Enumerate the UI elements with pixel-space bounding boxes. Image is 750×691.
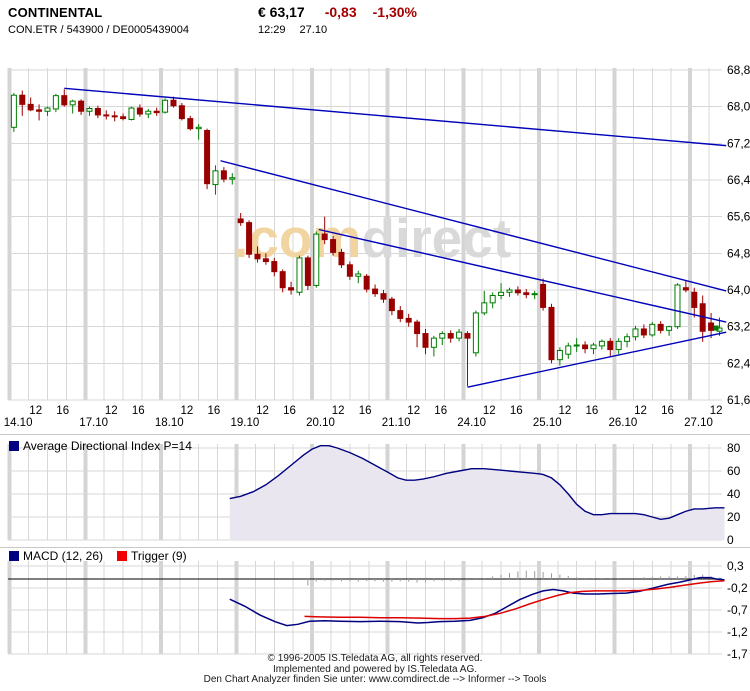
footer-hint: Den Chart Analyzer finden Sie unter: www… [203,674,547,685]
svg-text:14.10: 14.10 [4,417,33,429]
svg-text:40: 40 [727,487,741,501]
svg-text:-0,2: -0,2 [727,581,748,595]
svg-text:21.10: 21.10 [382,417,411,429]
svg-text:12: 12 [710,405,723,417]
svg-text:20: 20 [727,510,741,524]
svg-text:60: 60 [727,464,741,478]
svg-text:12: 12 [181,405,194,417]
chart-analyzer-window: CONTINENTAL CON.ETR / 543900 / DE0005439… [0,0,750,691]
svg-text:12: 12 [483,405,496,417]
svg-text:19.10: 19.10 [231,417,260,429]
chart-canvas: .comdirect12 1614.1012 1617.1012 1618.1012 1… [0,63,750,661]
svg-text:16: 16 [283,405,296,417]
svg-text:64,0: 64,0 [727,283,750,297]
trigger-legend-label: Trigger (9) [131,549,187,563]
candlestick-panel [8,87,727,627]
svg-text:12: 12 [29,405,42,417]
svg-text:16: 16 [510,405,523,417]
axis-labels: 12 1614.1012 1617.1012 1618.1012 1619.1012 16… [4,63,750,661]
macd-legend: MACD (12, 26) Trigger (9) [9,549,187,563]
adx-legend: Average Directional Index P=14 [9,439,192,453]
svg-text:68,0: 68,0 [727,100,750,114]
svg-text:67,2: 67,2 [727,136,750,150]
svg-text:65,6: 65,6 [727,210,750,224]
svg-text:12: 12 [634,405,647,417]
svg-text:12: 12 [105,405,118,417]
svg-text:12: 12 [256,405,269,417]
svg-text:61,6: 61,6 [727,393,750,407]
svg-text:-1,2: -1,2 [727,625,748,639]
svg-text:66,4: 66,4 [727,173,750,187]
svg-text:16: 16 [434,405,447,417]
svg-text:24.10: 24.10 [457,417,486,429]
svg-text:17.10: 17.10 [79,417,108,429]
svg-text:0,3: 0,3 [727,559,744,573]
footer-copyright: © 1996-2005 IS.Teledata AG, all rights r… [267,653,483,664]
svg-text:62,4: 62,4 [727,356,750,370]
svg-text:-0,7: -0,7 [727,603,748,617]
svg-text:16: 16 [132,405,145,417]
gridlines [0,68,750,655]
footer: © 1996-2005 IS.Teledata AG, all rights r… [0,653,750,686]
adx-legend-label: Average Directional Index P=14 [23,439,192,453]
svg-text:16: 16 [359,405,372,417]
svg-text:27.10: 27.10 [684,417,713,429]
svg-text:12: 12 [407,405,420,417]
svg-text:80: 80 [727,441,741,455]
svg-text:16: 16 [661,405,674,417]
svg-text:26.10: 26.10 [609,417,638,429]
svg-text:12: 12 [559,405,572,417]
svg-text:12: 12 [332,405,345,417]
adx-legend-swatch-icon [9,441,19,451]
svg-text:16: 16 [208,405,221,417]
svg-text:25.10: 25.10 [533,417,562,429]
svg-text:18.10: 18.10 [155,417,184,429]
trigger-legend-swatch-icon [117,551,128,561]
svg-text:20.10: 20.10 [306,417,335,429]
svg-text:68,8: 68,8 [727,63,750,77]
svg-text:16: 16 [56,405,69,417]
macd-legend-label: MACD (12, 26) [23,549,104,563]
macd-legend-swatch-icon [9,551,19,561]
svg-text:64,8: 64,8 [727,246,750,260]
svg-text:63,2: 63,2 [727,320,750,334]
svg-text:0: 0 [727,533,734,547]
svg-text:16: 16 [586,405,599,417]
